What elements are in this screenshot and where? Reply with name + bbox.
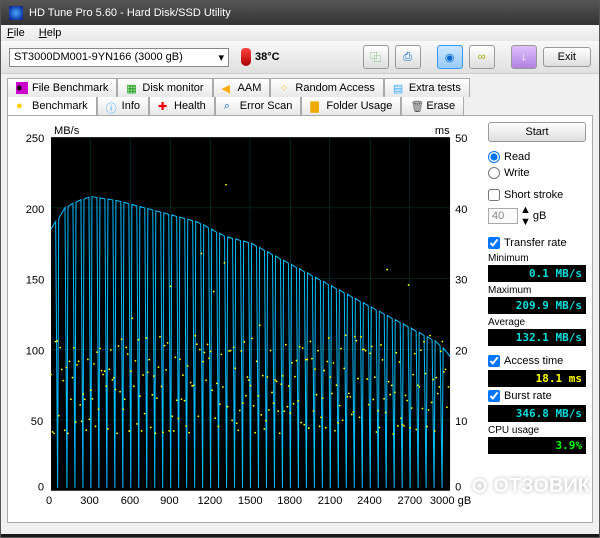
svg-text:30: 30 [455,275,467,287]
exit-button[interactable]: Exit [543,47,591,67]
temperature-value: 38°C [255,51,280,63]
tab-extra-tests[interactable]: ▤Extra tests [384,78,470,97]
svg-text:0: 0 [46,495,52,507]
toolbar: ST3000DM001-9YN166 (3000 gB) ▾ 38°C ⿻ ⎙ … [1,41,599,74]
menubar: File Help [1,25,599,41]
benchmark-chart: MB/sms 250200150 100500 504030 20100 030… [14,122,482,516]
tab-info[interactable]: ⓘInfo [97,97,149,115]
stat-average: Average132.1 MB/s [488,316,586,346]
stat-cpu: CPU usage3.9% [488,424,586,454]
write-radio[interactable]: Write [488,166,586,180]
svg-text:1800: 1800 [277,495,302,507]
tab-health[interactable]: ✚Health [149,97,215,115]
chart-area: MB/sms 250200150 100500 504030 20100 030… [14,122,482,516]
camera-icon: ⎙ [403,51,412,64]
drive-select-value: ST3000DM001-9YN166 (3000 gB) [14,51,183,63]
tab-row-lower: ●Benchmark ⓘInfo ✚Health ⌕Error Scan ▇Fo… [7,97,593,115]
svg-text:250: 250 [26,133,45,145]
tab-folder-usage[interactable]: ▇Folder Usage [301,97,401,115]
drive-select[interactable]: ST3000DM001-9YN166 (3000 gB) ▾ [9,48,229,67]
search-icon: ⌕ [224,100,236,112]
folder-icon: ▇ [310,100,322,112]
svg-text:3000 gB: 3000 gB [430,495,471,507]
tab-aam[interactable]: ◀AAM [213,78,271,97]
tab-disk-monitor[interactable]: ▦Disk monitor [117,78,212,97]
stat-burst-val: 346.8 MB/s [488,405,586,422]
short-stroke-spinner[interactable]: ▲▼ gB [488,204,586,228]
tab-row-upper: ●File Benchmark ▦Disk monitor ◀AAM ⁘Rand… [7,78,593,97]
download-icon: ↓ [521,51,527,63]
svg-text:ms: ms [435,125,450,137]
short-stroke-input [488,208,518,224]
svg-text:100: 100 [26,345,45,357]
sidebar-panel: Start Read Write Short stroke ▲▼ gB Tran… [488,122,586,516]
access-time-check[interactable]: Access time [488,354,586,368]
short-stroke-check[interactable]: Short stroke [488,188,586,202]
menu-help[interactable]: Help [39,27,62,39]
svg-text:600: 600 [121,495,140,507]
copy-icon: ⿻ [370,49,381,65]
titlebar: HD Tune Pro 5.60 - Hard Disk/SSD Utility [1,1,599,25]
random-icon: ⁘ [279,82,291,94]
window-title: HD Tune Pro 5.60 - Hard Disk/SSD Utility [29,7,231,19]
read-radio[interactable]: Read [488,150,586,164]
toolbar-screenshot-button[interactable]: ⎙ [395,45,421,69]
stat-minimum: Minimum0.1 MB/s [488,252,586,282]
photo-icon: ◉ [445,51,455,64]
svg-text:40: 40 [455,204,467,216]
toolbar-save-button[interactable]: ↓ [511,45,537,69]
chevron-down-icon: ▾ [218,51,224,64]
svg-text:0: 0 [38,482,44,494]
app-icon [9,6,23,20]
temperature-display: 38°C [235,46,286,68]
app-window: HD Tune Pro 5.60 - Hard Disk/SSD Utility… [0,0,600,538]
benchmark-icon: ● [16,82,28,94]
tab-benchmark[interactable]: ●Benchmark [7,97,97,115]
stat-access-val: 18.1 ms [488,370,586,387]
svg-text:1200: 1200 [197,495,222,507]
tab-file-benchmark[interactable]: ●File Benchmark [7,78,117,97]
svg-text:0: 0 [455,482,461,494]
svg-text:1500: 1500 [238,495,263,507]
svg-text:50: 50 [31,416,43,428]
stat-maximum: Maximum209.9 MB/s [488,284,586,314]
burst-rate-check[interactable]: Burst rate [488,389,586,403]
svg-text:20: 20 [455,345,467,357]
toolbar-link-button[interactable]: ∞ [469,45,495,69]
tests-icon: ▤ [393,82,405,94]
tab-error-scan[interactable]: ⌕Error Scan [215,97,302,115]
link-icon: ∞ [478,51,486,63]
thermometer-icon [241,48,251,66]
monitor-icon: ▦ [126,82,138,94]
svg-text:10: 10 [455,416,467,428]
svg-text:50: 50 [455,133,467,145]
svg-text:900: 900 [160,495,179,507]
transfer-rate-check[interactable]: Transfer rate [488,236,586,250]
health-icon: ✚ [158,100,170,112]
svg-text:150: 150 [26,275,45,287]
tab-erase[interactable]: 🗑Erase [401,97,464,115]
main-panel: MB/sms 250200150 100500 504030 20100 030… [7,115,593,523]
svg-text:2700: 2700 [398,495,423,507]
svg-text:MB/s: MB/s [54,125,80,137]
speaker-icon: ◀ [222,82,234,94]
tab-random-access[interactable]: ⁘Random Access [270,78,383,97]
toolbar-copy-button[interactable]: ⿻ [363,45,389,69]
svg-text:2100: 2100 [318,495,343,507]
svg-text:300: 300 [80,495,99,507]
start-button[interactable]: Start [488,122,586,142]
bulb-icon: ● [16,100,28,112]
info-icon: ⓘ [106,100,118,112]
trash-icon: 🗑 [410,100,422,112]
toolbar-snapshot-button[interactable]: ◉ [437,45,463,69]
svg-text:200: 200 [26,204,45,216]
menu-file[interactable]: File [7,27,25,39]
content-area: ●File Benchmark ▦Disk monitor ◀AAM ⁘Rand… [1,74,599,534]
svg-text:2400: 2400 [357,495,382,507]
